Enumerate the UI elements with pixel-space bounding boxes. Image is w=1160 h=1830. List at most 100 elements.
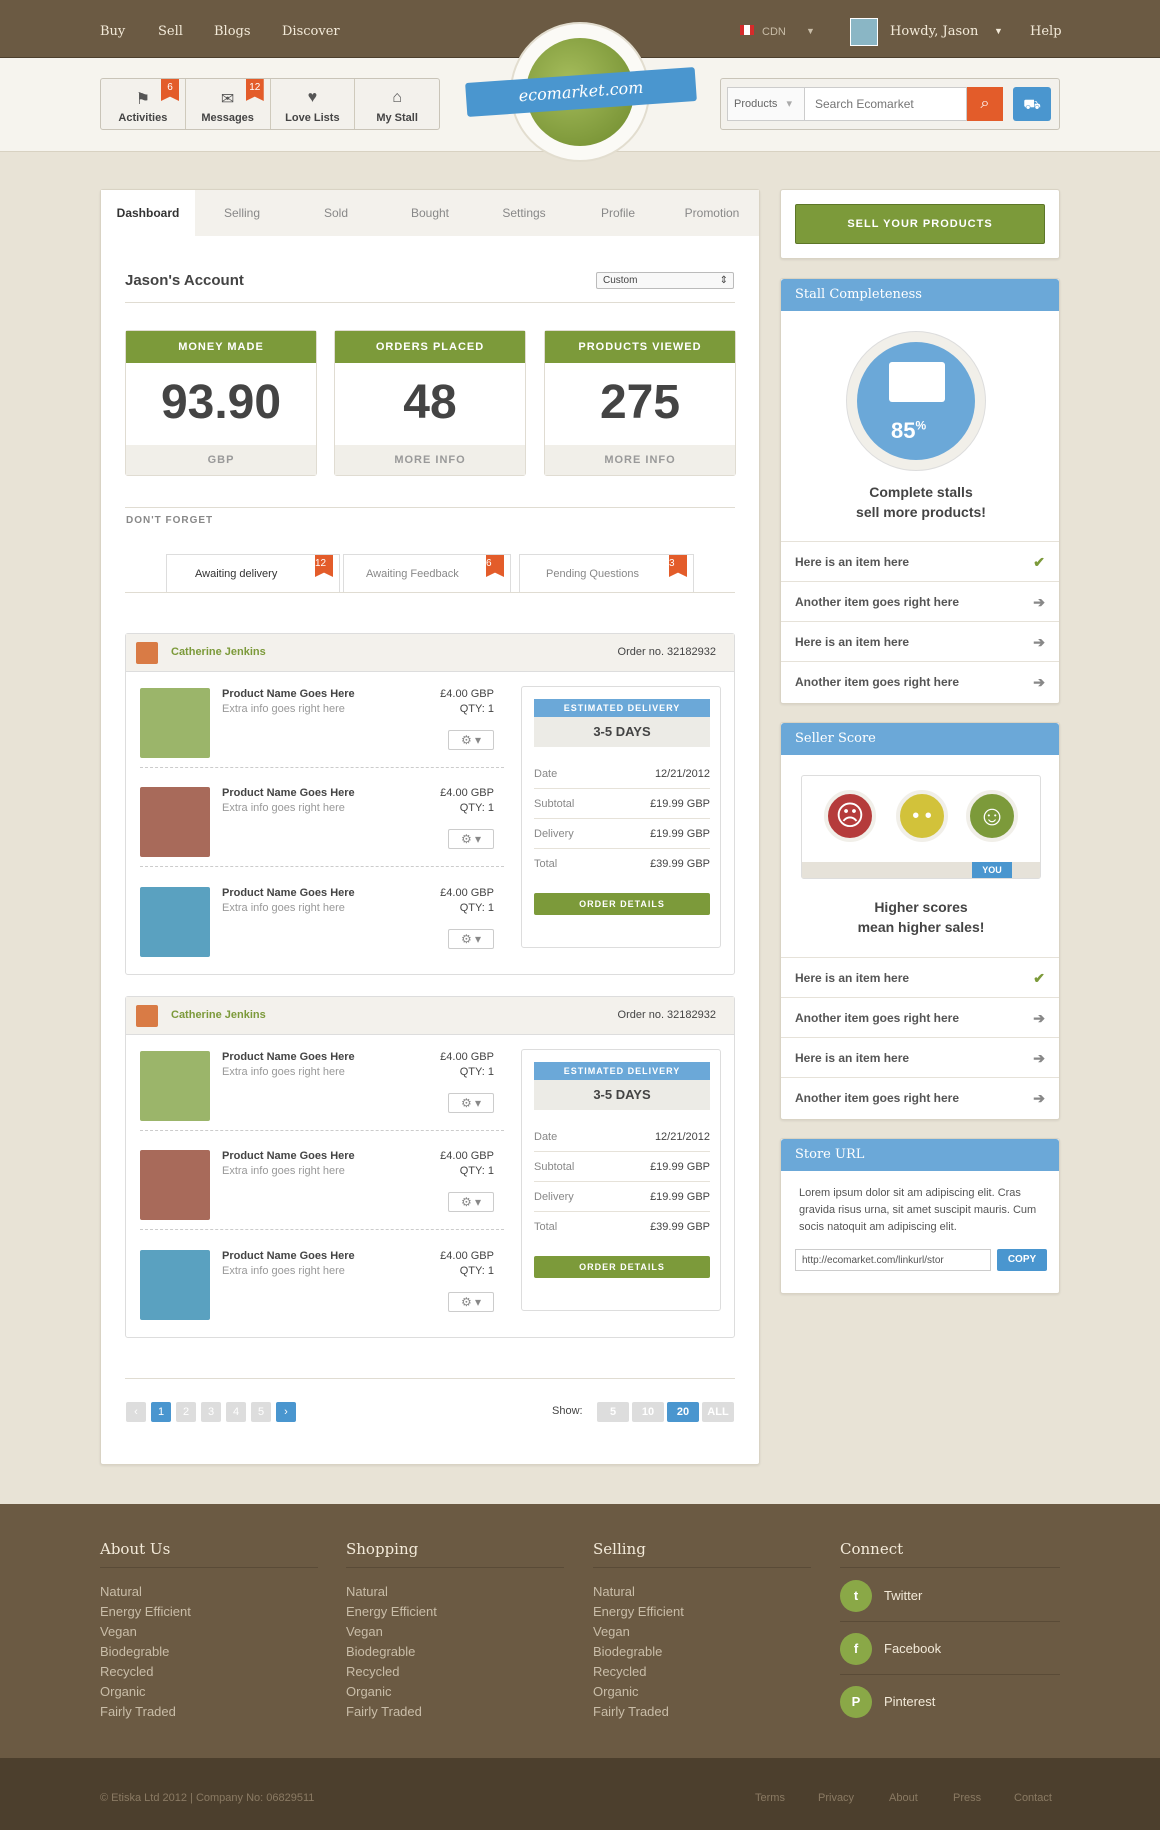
footer-link[interactable]: Recycled — [100, 1662, 318, 1682]
more-info-link[interactable]: MORE INFO — [335, 445, 525, 475]
store-url-field[interactable] — [795, 1249, 991, 1271]
page-1-button[interactable]: 1 — [151, 1402, 171, 1422]
product-name[interactable]: Product Name Goes Here — [222, 688, 355, 700]
copy-button[interactable]: COPY — [997, 1249, 1047, 1271]
page-4-button[interactable]: 4 — [226, 1402, 246, 1422]
checklist-item[interactable]: Another item goes right here ➔ — [781, 1077, 1059, 1117]
footer-link[interactable]: Fairly Traded — [100, 1702, 318, 1722]
footer-link-contact[interactable]: Contact — [1014, 1792, 1052, 1804]
nav-sell[interactable]: Sell — [158, 24, 183, 39]
product-name[interactable]: Product Name Goes Here — [222, 1051, 355, 1063]
date-range-select[interactable]: Custom ⇕ — [596, 272, 734, 289]
tab-awaiting-feedback[interactable]: Awaiting Feedback 6 — [343, 554, 511, 592]
pinterest-link[interactable]: P Pinterest — [840, 1676, 1060, 1728]
chevron-down-icon[interactable]: ▼ — [994, 26, 1003, 36]
checklist-item[interactable]: Here is an item here ✔ — [781, 541, 1059, 581]
tab-awaiting-delivery[interactable]: Awaiting delivery 12 — [166, 554, 340, 592]
footer-link[interactable]: Vegan — [346, 1622, 564, 1642]
page-3-button[interactable]: 3 — [201, 1402, 221, 1422]
checklist-item[interactable]: Another item goes right here ➔ — [781, 661, 1059, 701]
avatar[interactable] — [850, 18, 878, 46]
footer-link-press[interactable]: Press — [953, 1792, 981, 1804]
footer-link[interactable]: Biodegrable — [346, 1642, 564, 1662]
footer-link[interactable]: Natural — [346, 1582, 564, 1602]
product-image[interactable] — [140, 787, 210, 857]
show-all-button[interactable]: ALL — [702, 1402, 734, 1422]
messages-button[interactable]: ✉ Messages 12 — [186, 79, 271, 129]
gear-menu-button[interactable]: ⚙ ▾ — [448, 929, 494, 949]
product-image[interactable] — [140, 1051, 210, 1121]
nav-discover[interactable]: Discover — [282, 24, 340, 39]
gear-menu-button[interactable]: ⚙ ▾ — [448, 1093, 494, 1113]
show-10-button[interactable]: 10 — [632, 1402, 664, 1422]
product-name[interactable]: Product Name Goes Here — [222, 1150, 355, 1162]
twitter-link[interactable]: t Twitter — [840, 1570, 1060, 1622]
checklist-item[interactable]: Another item goes right here ➔ — [781, 997, 1059, 1037]
tab-dashboard[interactable]: Dashboard — [101, 190, 195, 236]
next-page-button[interactable]: › — [276, 1402, 296, 1422]
footer-link[interactable]: Vegan — [593, 1622, 811, 1642]
page-2-button[interactable]: 2 — [176, 1402, 196, 1422]
product-image[interactable] — [140, 1250, 210, 1320]
gear-menu-button[interactable]: ⚙ ▾ — [448, 829, 494, 849]
footer-link[interactable]: Recycled — [346, 1662, 564, 1682]
page-5-button[interactable]: 5 — [251, 1402, 271, 1422]
love-lists-button[interactable]: ♥ Love Lists — [271, 79, 356, 129]
tab-sold[interactable]: Sold — [289, 190, 383, 236]
footer-link[interactable]: Fairly Traded — [346, 1702, 564, 1722]
footer-link[interactable]: Natural — [593, 1582, 811, 1602]
tab-selling[interactable]: Selling — [195, 190, 289, 236]
activities-button[interactable]: ⚑ Activities 6 — [101, 79, 186, 129]
facebook-link[interactable]: f Facebook — [840, 1623, 1060, 1675]
footer-link[interactable]: Organic — [593, 1682, 811, 1702]
footer-link[interactable]: Energy Efficient — [346, 1602, 564, 1622]
more-info-link[interactable]: MORE INFO — [545, 445, 735, 475]
footer-link[interactable]: Organic — [100, 1682, 318, 1702]
currency-select[interactable]: CDN — [762, 26, 786, 38]
tab-bought[interactable]: Bought — [383, 190, 477, 236]
user-menu[interactable]: Howdy, Jason — [890, 24, 978, 39]
nav-help[interactable]: Help — [1030, 24, 1062, 39]
product-name[interactable]: Product Name Goes Here — [222, 1250, 355, 1262]
tab-settings[interactable]: Settings — [477, 190, 571, 236]
nav-blogs[interactable]: Blogs — [214, 24, 251, 39]
checklist-item[interactable]: Here is an item here ✔ — [781, 957, 1059, 997]
tab-pending-questions[interactable]: Pending Questions 3 — [519, 554, 694, 592]
chevron-down-icon[interactable]: ▼ — [806, 26, 815, 36]
product-name[interactable]: Product Name Goes Here — [222, 787, 355, 799]
product-image[interactable] — [140, 1150, 210, 1220]
my-stall-button[interactable]: ⌂ My Stall — [355, 79, 439, 129]
gear-menu-button[interactable]: ⚙ ▾ — [448, 1192, 494, 1212]
nav-buy[interactable]: Buy — [100, 24, 125, 39]
customer-name[interactable]: Catherine Jenkins — [171, 1009, 266, 1021]
tab-promotion[interactable]: Promotion — [665, 190, 759, 236]
sell-products-button[interactable]: SELL YOUR PRODUCTS — [795, 204, 1045, 244]
tab-profile[interactable]: Profile — [571, 190, 665, 236]
footer-link[interactable]: Recycled — [593, 1662, 811, 1682]
customer-name[interactable]: Catherine Jenkins — [171, 646, 266, 658]
footer-link[interactable]: Fairly Traded — [593, 1702, 811, 1722]
search-category-select[interactable]: Products ▾ — [727, 87, 805, 121]
checklist-item[interactable]: Here is an item here ➔ — [781, 621, 1059, 661]
footer-link-privacy[interactable]: Privacy — [818, 1792, 854, 1804]
product-image[interactable] — [140, 887, 210, 957]
gear-menu-button[interactable]: ⚙ ▾ — [448, 1292, 494, 1312]
product-name[interactable]: Product Name Goes Here — [222, 887, 355, 899]
show-20-button[interactable]: 20 — [667, 1402, 699, 1422]
checklist-item[interactable]: Here is an item here ➔ — [781, 1037, 1059, 1077]
footer-link[interactable]: Energy Efficient — [593, 1602, 811, 1622]
product-image[interactable] — [140, 688, 210, 758]
gear-menu-button[interactable]: ⚙ ▾ — [448, 730, 494, 750]
footer-link[interactable]: Biodegrable — [100, 1642, 318, 1662]
footer-link[interactable]: Vegan — [100, 1622, 318, 1642]
prev-page-button[interactable]: ‹ — [126, 1402, 146, 1422]
footer-link[interactable]: Organic — [346, 1682, 564, 1702]
cart-button[interactable]: ⛟ — [1013, 87, 1051, 121]
order-details-button[interactable]: ORDER DETAILS — [534, 1256, 710, 1278]
footer-link[interactable]: Biodegrable — [593, 1642, 811, 1662]
search-button[interactable]: ⌕ — [967, 87, 1003, 121]
checklist-item[interactable]: Another item goes right here ➔ — [781, 581, 1059, 621]
search-input[interactable] — [805, 87, 967, 121]
footer-link-about[interactable]: About — [889, 1792, 918, 1804]
footer-link[interactable]: Natural — [100, 1582, 318, 1602]
